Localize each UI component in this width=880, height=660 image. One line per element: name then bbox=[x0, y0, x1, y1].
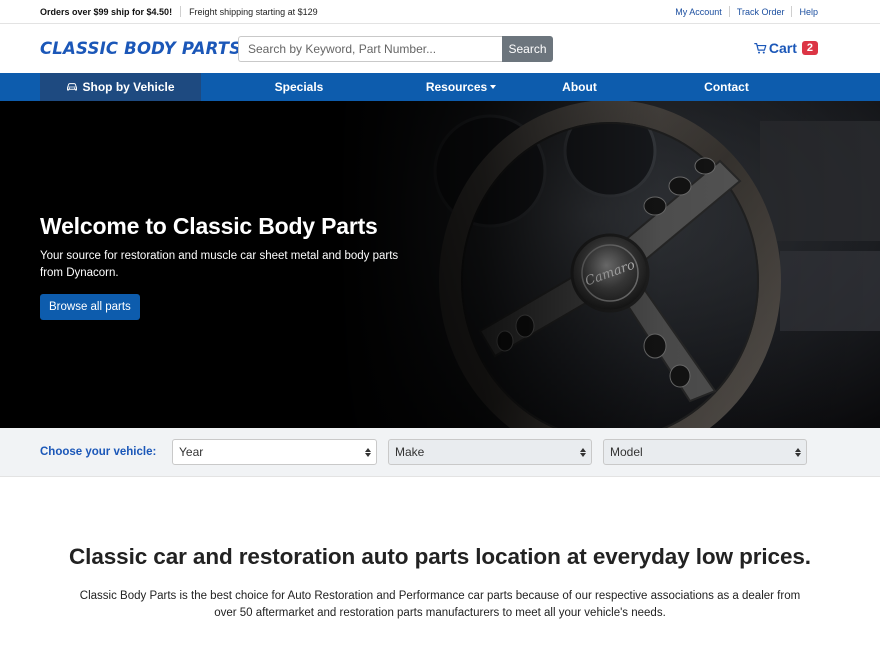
nav-specials[interactable]: Specials bbox=[201, 73, 397, 101]
select-arrows-icon bbox=[365, 447, 371, 457]
cart-label: Cart bbox=[768, 40, 797, 56]
select-arrows-icon bbox=[795, 447, 801, 457]
cart-count-badge: 2 bbox=[801, 41, 818, 55]
promo-shipping: Orders over $99 ship for $4.50! bbox=[40, 6, 173, 17]
nav-about[interactable]: About bbox=[525, 73, 634, 101]
hero-subtitle: Your source for restoration and muscle c… bbox=[40, 250, 399, 279]
my-account-link[interactable]: My Account bbox=[675, 7, 722, 17]
vehicle-selector-label: Choose your vehicle: bbox=[40, 446, 157, 458]
site-logo[interactable]: CLASSIC BODY PARTS bbox=[40, 39, 241, 58]
search-input[interactable] bbox=[238, 35, 502, 62]
make-select[interactable]: Make bbox=[388, 439, 592, 465]
nav-contact[interactable]: Contact bbox=[634, 73, 819, 101]
main-nav: Shop by Vehicle Specials Resources About… bbox=[0, 73, 880, 101]
search-form: Search bbox=[238, 35, 553, 62]
nav-label: Contact bbox=[704, 80, 749, 94]
site-header: CLASSIC BODY PARTS Search Cart 2 bbox=[0, 24, 880, 73]
hero-banner: Camaro Welcome to Classic Body Parts You… bbox=[0, 101, 880, 428]
nav-label: About bbox=[562, 80, 597, 94]
make-select-value: Make bbox=[395, 445, 425, 459]
hero-content: Welcome to Classic Body Parts Your sourc… bbox=[40, 213, 420, 320]
divider bbox=[728, 6, 730, 17]
browse-all-parts-button[interactable]: Browse all parts bbox=[40, 294, 140, 320]
track-order-link[interactable]: Track Order bbox=[737, 7, 785, 17]
cart-icon bbox=[754, 42, 767, 54]
model-select-value: Model bbox=[610, 445, 643, 459]
select-arrows-icon bbox=[580, 447, 586, 457]
account-links: My Account Track Order Help bbox=[675, 6, 840, 17]
caret-down-icon bbox=[490, 85, 497, 89]
nav-shop-by-vehicle[interactable]: Shop by Vehicle bbox=[40, 73, 201, 101]
divider bbox=[791, 6, 793, 17]
nav-label: Shop by Vehicle bbox=[82, 80, 175, 94]
help-link[interactable]: Help bbox=[799, 7, 818, 17]
model-select[interactable]: Model bbox=[603, 439, 807, 465]
search-button[interactable]: Search bbox=[502, 35, 553, 62]
nav-label: Specials bbox=[274, 80, 324, 94]
promo-freight: Freight shipping starting at $129 bbox=[189, 6, 318, 17]
nav-label: Resources bbox=[425, 80, 488, 94]
vehicle-selector: Choose your vehicle: Year Make Model bbox=[0, 428, 880, 477]
year-select-value: Year bbox=[179, 445, 204, 459]
year-select[interactable]: Year bbox=[172, 439, 377, 465]
hero-title: Welcome to Classic Body Parts bbox=[40, 213, 378, 239]
promo-messages: Orders over $99 ship for $4.50! Freight … bbox=[40, 6, 318, 17]
divider bbox=[180, 6, 182, 17]
cart-link[interactable]: Cart 2 bbox=[754, 40, 818, 56]
main-content: Classic car and restoration auto parts l… bbox=[0, 477, 880, 622]
nav-resources[interactable]: Resources bbox=[397, 73, 525, 101]
section-body: Classic Body Parts is the best choice fo… bbox=[79, 590, 801, 619]
car-icon bbox=[67, 83, 78, 91]
top-utility-bar: Orders over $99 ship for $4.50! Freight … bbox=[0, 0, 880, 24]
section-heading: Classic car and restoration auto parts l… bbox=[69, 544, 811, 569]
